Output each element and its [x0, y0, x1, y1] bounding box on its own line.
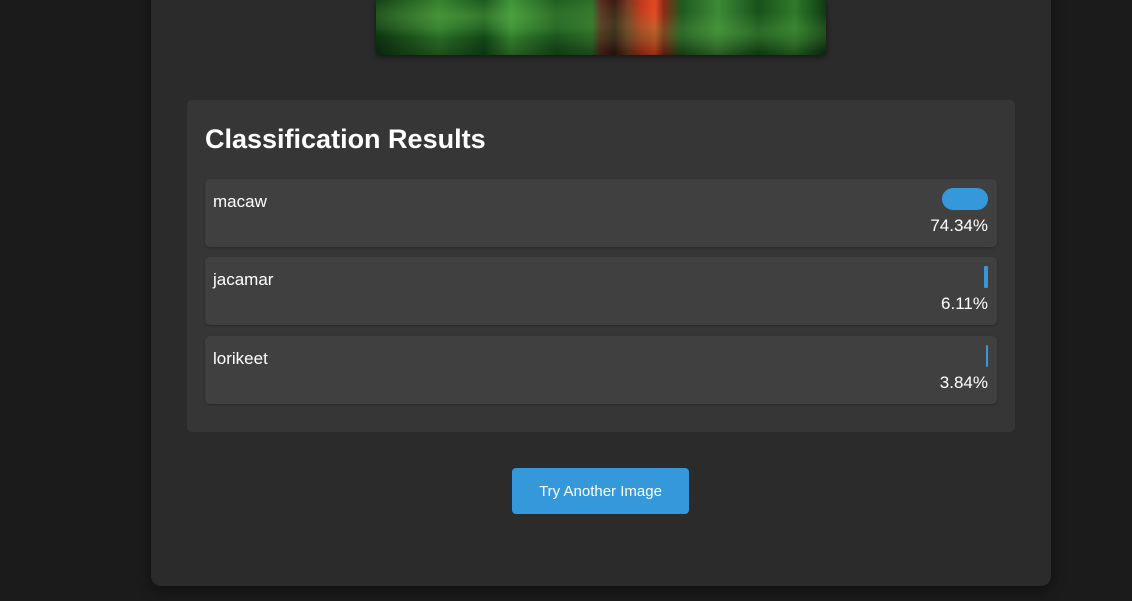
confidence-bar-fill	[984, 266, 988, 288]
uploaded-image-preview	[376, 0, 826, 55]
result-row-jacamar: jacamar 6.11%	[205, 257, 997, 325]
confidence-bar-fill	[942, 188, 988, 210]
results-title: Classification Results	[205, 124, 486, 154]
confidence-percent: 74.34%	[930, 216, 988, 235]
confidence-bar	[984, 266, 988, 288]
result-label: lorikeet	[213, 349, 268, 368]
confidence-bar	[986, 345, 988, 367]
result-row-macaw: macaw 74.34%	[205, 179, 997, 247]
result-label: jacamar	[213, 270, 274, 289]
result-row-lorikeet: lorikeet 3.84%	[205, 336, 997, 404]
result-label: macaw	[213, 192, 267, 211]
try-another-image-button[interactable]: Try Another Image	[512, 468, 689, 514]
results-panel: Classification Results macaw 74.34% jaca…	[187, 100, 1015, 432]
confidence-bar	[942, 188, 988, 210]
confidence-percent: 6.11%	[941, 294, 988, 313]
confidence-percent: 3.84%	[939, 373, 988, 392]
confidence-bar-fill	[986, 345, 988, 367]
